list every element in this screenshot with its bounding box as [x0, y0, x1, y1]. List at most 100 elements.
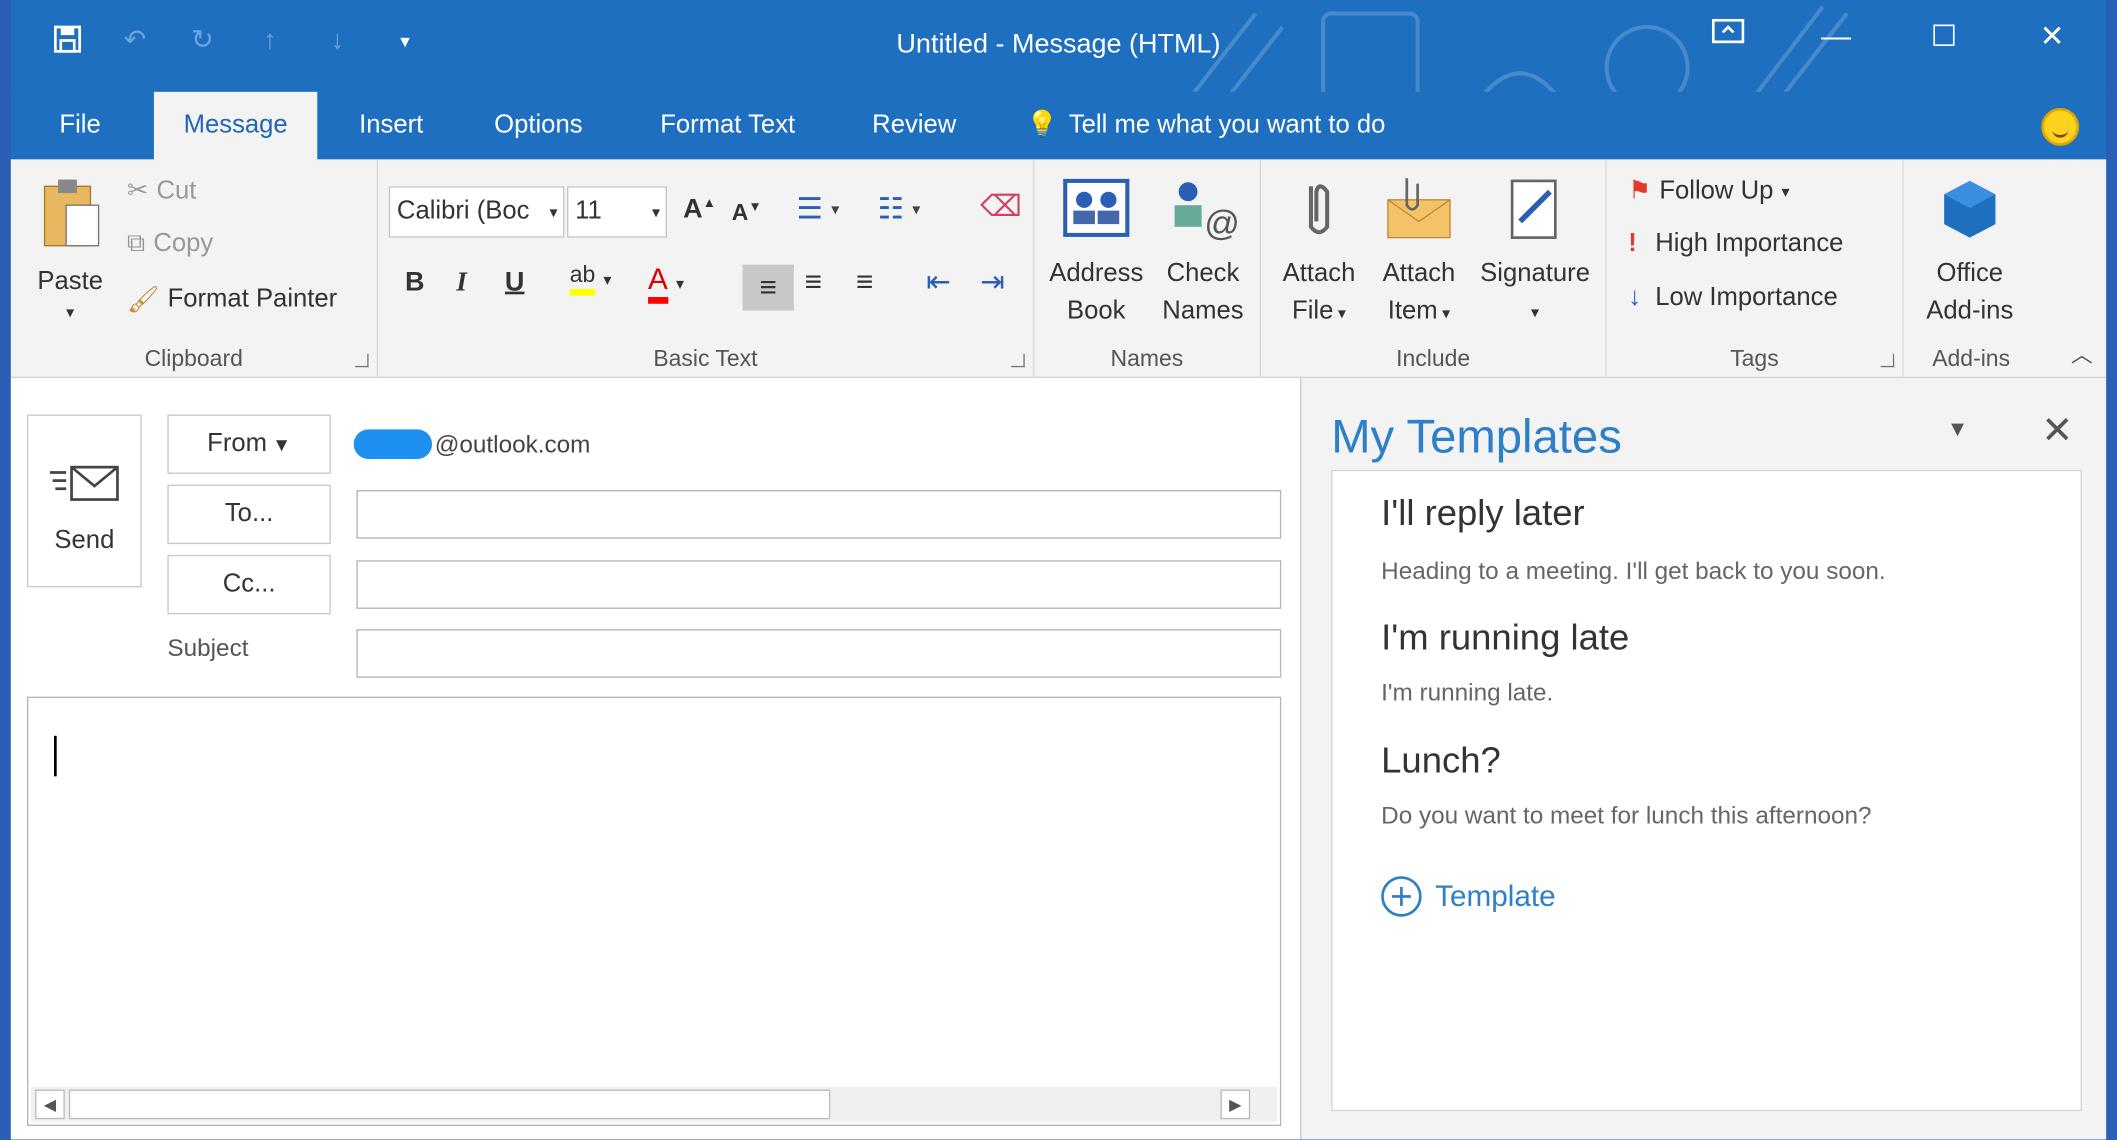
templates-title: My Templates	[1331, 410, 1622, 464]
pane-options-icon[interactable]: ▼	[1947, 419, 1968, 443]
maximize-icon[interactable]: ☐	[1890, 19, 1998, 54]
attach-file-button[interactable]: Attach File ▾	[1272, 176, 1367, 333]
from-button[interactable]: From ▼	[167, 414, 331, 474]
copy-button[interactable]: ⧉ Copy	[127, 230, 213, 260]
chevron-down-icon: ▾	[652, 202, 661, 222]
message-body[interactable]: ◀ ▶	[27, 696, 1282, 1126]
close-icon[interactable]: ✕	[1998, 19, 2106, 54]
check-names-label-1: Check	[1166, 259, 1240, 288]
to-field[interactable]	[356, 490, 1282, 539]
office-addins-button[interactable]: Office Add-ins	[1912, 176, 2028, 331]
add-template-button[interactable]: Template	[1381, 876, 1556, 917]
check-names-button[interactable]: @ Check Names	[1150, 176, 1255, 331]
follow-up-label: Follow Up	[1659, 176, 1774, 205]
align-center-button[interactable]: ≡	[805, 265, 822, 300]
font-name-value: Calibri (Boc	[396, 197, 530, 226]
cc-field[interactable]	[356, 560, 1282, 609]
font-color-button[interactable]: A ▾	[648, 262, 684, 304]
signature-button[interactable]: Signature ▾	[1472, 176, 1599, 331]
include-group-label: Include	[1396, 345, 1471, 372]
close-icon[interactable]: ✕	[2041, 408, 2073, 453]
numbering-button[interactable]: ☷ ▾	[878, 192, 921, 227]
address-book-button[interactable]: Address Book	[1042, 176, 1150, 331]
send-button[interactable]: Send	[27, 414, 142, 588]
attach-item-button[interactable]: Attach Item ▾	[1369, 176, 1469, 333]
cut-button[interactable]: ✂ Cut	[127, 176, 197, 207]
underline-button[interactable]: U	[505, 267, 525, 298]
font-size-value: 11	[575, 197, 602, 226]
scrollbar-thumb[interactable]	[68, 1089, 831, 1120]
font-size-combo[interactable]: 11 ▾	[567, 186, 667, 238]
title-bar: ↶ ↻ ↑ ↓ ▾ Untitled - Message (HTML) — ☐ …	[10, 0, 2107, 150]
basic-text-group-label: Basic Text	[653, 345, 758, 372]
horizontal-scrollbar[interactable]: ◀ ▶	[31, 1086, 1278, 1122]
tab-options[interactable]: Options	[464, 92, 612, 160]
scissors-icon: ✂	[126, 176, 149, 206]
clipboard-launcher-icon[interactable]	[355, 353, 369, 368]
tab-message[interactable]: Message	[153, 91, 318, 163]
tags-group-label: Tags	[1730, 345, 1779, 372]
font-name-combo[interactable]: Calibri (Boc ▾	[388, 186, 565, 238]
decrease-indent-button[interactable]: ⇤	[926, 265, 951, 300]
highlighter-icon: ab	[569, 262, 596, 296]
template-text[interactable]: I'm running late.	[1381, 679, 1553, 707]
ribbon-display-icon[interactable]	[1674, 18, 1782, 54]
high-importance-button[interactable]: ! High Importance	[1628, 230, 1843, 260]
scroll-left-icon[interactable]: ◀	[35, 1089, 65, 1120]
feedback-smiley-icon[interactable]	[2041, 108, 2080, 146]
italic-button[interactable]: I	[456, 267, 467, 298]
attach-item-label-2: Item ▾	[1387, 297, 1451, 326]
paste-button[interactable]: Paste ▾	[27, 176, 113, 323]
address-book-label-1: Address	[1049, 259, 1144, 288]
tell-me-label: Tell me what you want to do	[1068, 110, 1386, 140]
cut-label: Cut	[156, 176, 197, 205]
template-name[interactable]: Lunch?	[1381, 740, 1501, 782]
basic-text-launcher-icon[interactable]	[1011, 353, 1025, 368]
tab-file[interactable]: File	[30, 92, 131, 160]
to-button[interactable]: To...	[167, 484, 331, 545]
from-address-text: @outlook.com	[434, 430, 591, 458]
scroll-right-icon[interactable]: ▶	[1220, 1089, 1251, 1120]
template-text[interactable]: Do you want to meet for lunch this after…	[1381, 802, 1871, 830]
addins-group-label: Add-ins	[1932, 345, 2011, 372]
template-text[interactable]: Heading to a meeting. I'll get back to y…	[1381, 558, 1885, 586]
subject-field[interactable]	[356, 629, 1282, 678]
tell-me-search[interactable]: 💡 Tell me what you want to do	[1026, 92, 1385, 160]
address-book-icon	[1063, 178, 1130, 237]
align-right-button[interactable]: ≡	[856, 265, 873, 300]
collapse-ribbon-icon[interactable]: ︿	[2071, 336, 2093, 368]
clear-formatting-icon[interactable]: ⌫	[980, 189, 1022, 224]
template-name[interactable]: I'm running late	[1381, 617, 1629, 659]
template-name[interactable]: I'll reply later	[1381, 493, 1584, 535]
chevron-down-icon: ▾	[675, 273, 685, 293]
shrink-font-button[interactable]: A▼	[732, 200, 762, 227]
follow-up-button[interactable]: ⚑ Follow Up ▾	[1628, 176, 1789, 207]
cc-button[interactable]: Cc...	[167, 554, 331, 615]
align-left-button[interactable]: ≡	[742, 264, 794, 311]
tags-launcher-icon[interactable]	[1880, 353, 1895, 368]
tab-format-text[interactable]: Format Text	[630, 92, 824, 160]
tab-review[interactable]: Review	[842, 92, 986, 160]
paste-dropdown-icon: ▾	[66, 302, 75, 322]
grow-font-button[interactable]: A▲	[683, 194, 716, 225]
low-importance-button[interactable]: ↓ Low Importance	[1628, 284, 1838, 314]
chevron-down-icon: ▾	[1781, 181, 1790, 201]
bullets-button[interactable]: ☰ ▾	[797, 192, 840, 227]
increase-indent-button[interactable]: ⇥	[980, 265, 1005, 300]
minimize-icon[interactable]: —	[1782, 19, 1890, 54]
check-names-label-2: Names	[1162, 297, 1244, 326]
tab-insert[interactable]: Insert	[329, 92, 453, 160]
font-color-icon: A	[648, 262, 668, 304]
signature-icon	[1510, 179, 1557, 239]
office-addins-label-1: Office	[1936, 259, 2004, 288]
svg-text:@: @	[1204, 204, 1239, 243]
group-addins: Office Add-ins Add-ins	[1904, 159, 2039, 378]
copy-icon: ⧉	[126, 229, 146, 258]
chevron-down-icon: ▾	[1530, 302, 1540, 322]
bold-button[interactable]: B	[405, 267, 425, 298]
redacted-username	[353, 429, 433, 460]
highlight-button[interactable]: ab ▾	[569, 262, 612, 296]
copy-label: Copy	[153, 229, 214, 258]
format-painter-button[interactable]: 🖌 Format Painter	[127, 284, 337, 316]
from-address: @outlook.com	[353, 429, 591, 460]
